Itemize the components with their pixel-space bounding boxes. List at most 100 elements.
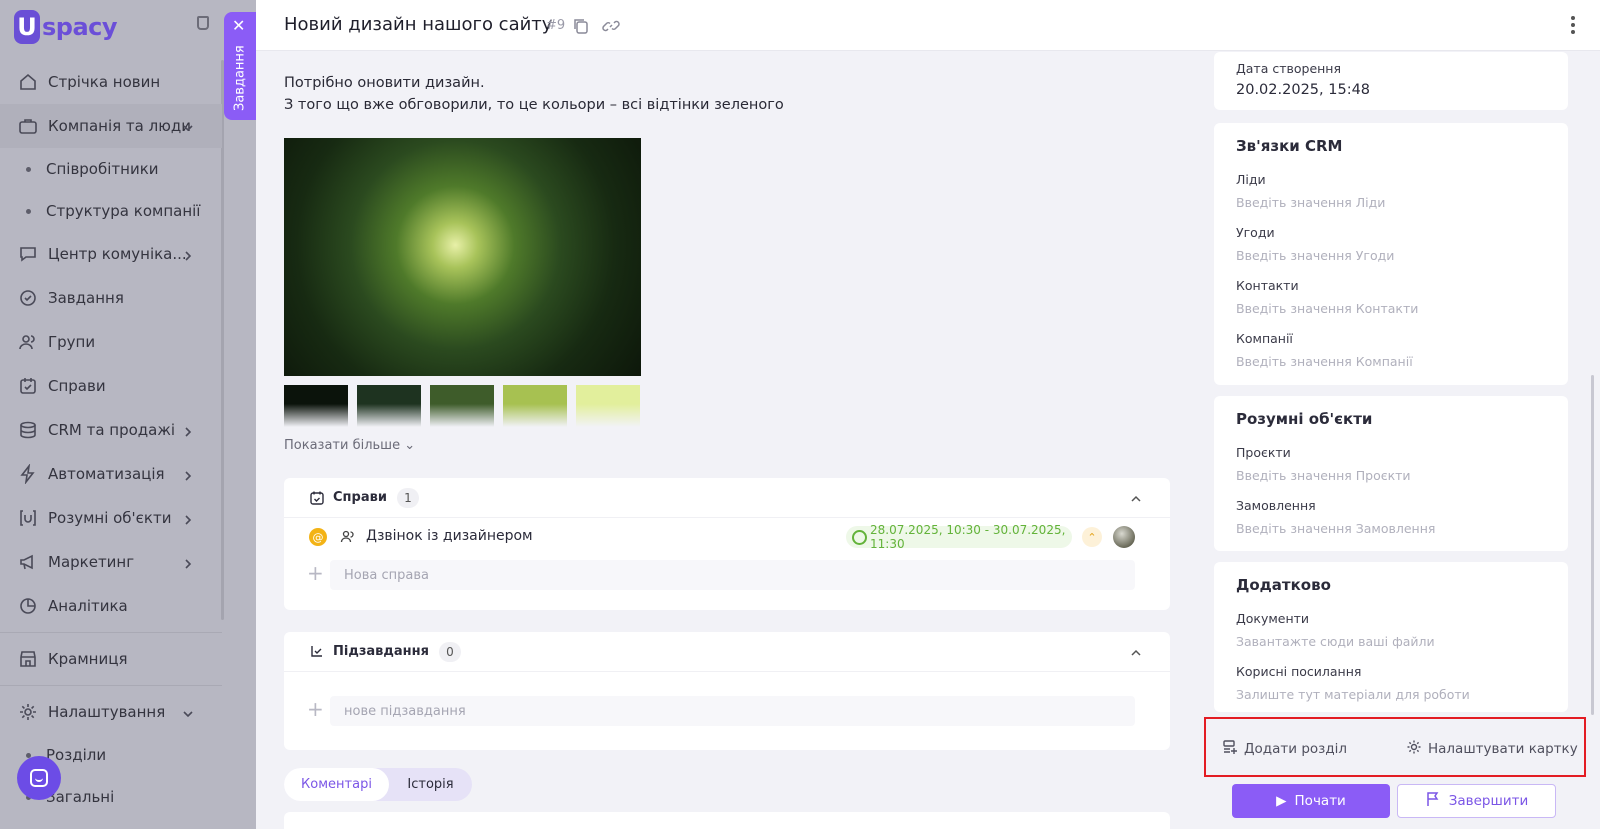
store-icon — [18, 649, 38, 669]
sidebar-item-label: Стрічка новин — [48, 73, 161, 91]
documents-upload[interactable]: Завантажте сюди ваші файли — [1236, 634, 1435, 649]
sidebar-nav: Стрічка новин Компанія та люди Співробіт… — [0, 60, 222, 818]
card-actions-highlight: Додати розділ Налаштувати картку — [1204, 717, 1586, 777]
orders-input[interactable]: Введіть значення Замовлення — [1236, 521, 1435, 536]
configure-card-button[interactable]: Налаштувати картку — [1406, 739, 1578, 759]
sidebar-item-automation[interactable]: Автоматизація — [0, 452, 222, 496]
task-title[interactable]: Новий дизайн нашого сайту — [284, 14, 552, 35]
field-label: Угоди — [1236, 225, 1275, 240]
pin-icon[interactable] — [197, 16, 209, 30]
sidebar-item-employees[interactable]: Співробітники — [0, 148, 222, 190]
activity-row[interactable]: @ Дзвінок із дизайнером 28.07.2025, 10:3… — [284, 522, 1170, 552]
sidebar-item-tasks[interactable]: Завдання — [0, 276, 222, 320]
start-label: Почати — [1294, 793, 1346, 809]
add-section-button[interactable]: Додати розділ — [1222, 739, 1347, 759]
activity-date-range[interactable]: 28.07.2025, 10:30 - 30.07.2025, 11:30 — [846, 523, 1072, 551]
users-icon — [18, 332, 38, 352]
chevron-right-icon — [182, 248, 194, 261]
field-label: Замовлення — [1236, 498, 1316, 513]
chevron-up-icon[interactable] — [1130, 490, 1142, 502]
chevron-up-icon[interactable] — [1130, 644, 1142, 656]
projects-input[interactable]: Введіть значення Проєкти — [1236, 468, 1411, 483]
chevron-right-icon — [182, 512, 194, 525]
tab-comments[interactable]: Коментарі — [284, 768, 389, 801]
play-icon: ▶ — [1276, 793, 1287, 809]
smart-object-icon — [18, 508, 38, 528]
sidebar-item-activities[interactable]: Справи — [0, 364, 222, 408]
pie-chart-icon — [18, 596, 38, 616]
created-value: 20.02.2025, 15:48 — [1236, 82, 1371, 98]
copy-icon[interactable] — [572, 17, 590, 35]
sidebar-item-smart-objects[interactable]: Розумні об'єкти — [0, 496, 222, 540]
chevron-down-icon — [182, 706, 194, 718]
field-label: Документи — [1236, 611, 1310, 626]
close-icon[interactable]: ✕ — [232, 18, 245, 34]
briefcase-icon — [18, 116, 38, 136]
tab-history[interactable]: Історія — [389, 768, 472, 801]
subtasks-title: Підзавдання — [333, 644, 429, 659]
sidebar-item-groups[interactable]: Групи — [0, 320, 222, 364]
sidebar-item-company[interactable]: Компанія та люди — [0, 104, 222, 148]
sidebar-item-label: Налаштування — [48, 703, 166, 721]
task-panel: Новий дизайн нашого сайту #9 Потрібно он… — [256, 0, 1600, 829]
sidebar-item-label: Групи — [48, 333, 96, 351]
activity-label: Дзвінок із дизайнером — [366, 528, 533, 544]
companies-input[interactable]: Введіть значення Компанії — [1236, 354, 1413, 369]
sidebar-item-label: Справи — [48, 377, 106, 395]
right-scrollbar[interactable] — [1591, 375, 1594, 715]
priority-icon[interactable]: ⌃ — [1082, 527, 1102, 547]
sidebar-divider — [0, 685, 222, 686]
created-date-card: Дата створення 20.02.2025, 15:48 — [1214, 52, 1568, 110]
sidebar-item-analytics[interactable]: Аналітика — [0, 584, 222, 628]
plus-icon[interactable]: + — [307, 697, 324, 721]
chevron-right-icon — [182, 424, 194, 437]
contacts-input[interactable]: Введіть значення Контакти — [1236, 301, 1418, 316]
logo-mark: U — [14, 10, 40, 44]
sidebar-item-store[interactable]: Крамниця — [0, 637, 222, 681]
useful-links-input[interactable]: Залиште тут матеріали для роботи — [1236, 687, 1470, 702]
show-more-link[interactable]: Показати більше ⌄ — [284, 438, 415, 453]
logo[interactable]: U spacy — [14, 10, 118, 44]
leads-input[interactable]: Введіть значення Ліди — [1236, 195, 1385, 210]
finish-button[interactable]: Завершити — [1397, 784, 1556, 818]
activities-title: Справи — [333, 490, 387, 505]
avatar[interactable] — [1113, 526, 1135, 548]
deals-input[interactable]: Введіть значення Угоди — [1236, 248, 1394, 263]
task-number: #9 — [546, 18, 566, 33]
sidebar-item-communications[interactable]: Центр комуніка... — [0, 232, 222, 276]
subtasks-count: 0 — [438, 641, 461, 662]
new-subtask-placeholder: нове підзавдання — [344, 703, 466, 719]
users-icon — [340, 529, 356, 545]
sidebar-item-label: Крамниця — [48, 650, 128, 668]
color-swatch — [503, 385, 567, 427]
add-section-icon — [1222, 739, 1238, 759]
new-activity-input[interactable]: Нова справа — [330, 560, 1135, 590]
succulent-image[interactable] — [284, 138, 641, 376]
link-icon[interactable] — [602, 17, 620, 35]
more-menu-icon[interactable] — [1571, 16, 1575, 36]
chat-icon — [30, 769, 48, 787]
sidebar-item-marketing[interactable]: Маркетинг — [0, 540, 222, 584]
subtasks-card-header[interactable]: Підзавдання 0 — [284, 632, 1170, 672]
activities-card-header[interactable]: Справи 1 — [284, 478, 1170, 518]
tasks-side-tab[interactable]: ✕ Завдання — [224, 12, 256, 120]
sidebar-item-crm[interactable]: CRM та продажі — [0, 408, 222, 452]
comments-history-tabs: Коментарі Історія — [284, 768, 472, 801]
side-tab-label: Завдання — [232, 45, 248, 111]
plus-icon[interactable]: + — [307, 561, 324, 585]
color-swatch — [576, 385, 640, 427]
start-button[interactable]: ▶ Почати — [1232, 784, 1390, 818]
field-label: Ліди — [1236, 172, 1266, 187]
chat-support-button[interactable] — [17, 756, 61, 800]
add-section-label: Додати розділ — [1244, 741, 1348, 757]
additional-title: Додатково — [1236, 576, 1331, 594]
task-header: Новий дизайн нашого сайту #9 — [256, 0, 1600, 51]
task-description: Потрібно оновити дизайн. З того що вже о… — [284, 72, 784, 116]
smart-objects-title: Розумні об'єкти — [1236, 410, 1373, 428]
activities-count: 1 — [396, 487, 419, 508]
new-subtask-input[interactable]: нове підзавдання — [330, 696, 1135, 726]
field-label: Корисні посилання — [1236, 664, 1362, 679]
sidebar-item-news[interactable]: Стрічка новин — [0, 60, 222, 104]
sidebar-item-settings[interactable]: Налаштування — [0, 690, 222, 734]
sidebar-item-structure[interactable]: Структура компанії — [0, 190, 222, 232]
